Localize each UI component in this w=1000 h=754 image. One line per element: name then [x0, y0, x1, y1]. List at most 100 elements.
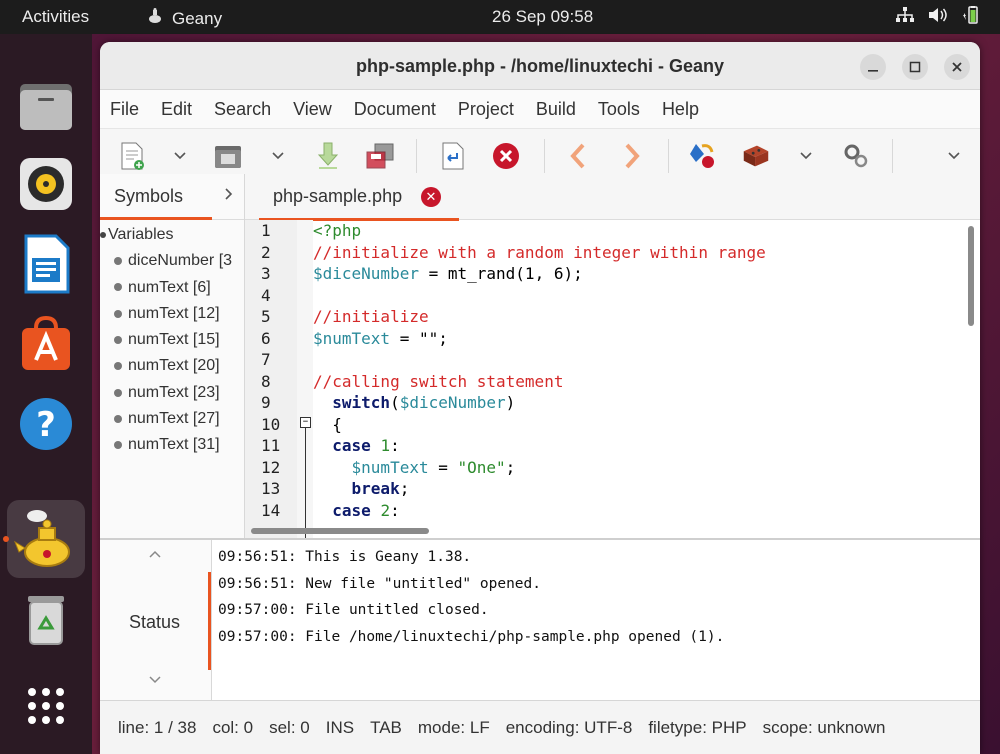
system-tray[interactable]: [896, 6, 982, 29]
compile-icon[interactable]: [686, 140, 718, 172]
menu-help[interactable]: Help: [662, 99, 699, 120]
forward-icon[interactable]: [616, 140, 648, 172]
clock[interactable]: 26 Sep 09:58: [492, 7, 593, 27]
symbol-label: numText [23]: [128, 383, 220, 401]
tree-node-variables[interactable]: Variables: [100, 222, 244, 248]
help-icon[interactable]: ?: [14, 392, 78, 456]
document-tab-label: php-sample.php: [273, 186, 403, 206]
symbol-label: numText [20]: [128, 357, 220, 375]
horizontal-scrollbar[interactable]: [251, 528, 429, 534]
files-icon[interactable]: [14, 74, 78, 138]
status-bar: line: 1 / 38 col: 0 sel: 0 INS TAB mode:…: [100, 700, 980, 754]
minimize-button[interactable]: [860, 54, 886, 80]
active-indicator: [3, 536, 9, 542]
code-token: = "";: [390, 328, 448, 348]
menu-edit[interactable]: Edit: [161, 99, 192, 120]
status-tab: TAB: [370, 717, 402, 737]
toolbar-separator: [416, 139, 417, 173]
variable-icon: [114, 441, 122, 450]
build-icon[interactable]: [740, 140, 772, 172]
close-window-button[interactable]: [944, 54, 970, 80]
new-file-icon[interactable]: [116, 140, 148, 172]
toolbar-separator: [892, 139, 893, 173]
log-row: 09:56:51: New file "untitled" opened.: [218, 575, 542, 592]
fold-toggle-icon[interactable]: −: [300, 417, 311, 428]
rhythmbox-icon[interactable]: [14, 152, 78, 216]
code-token: case: [332, 500, 371, 520]
open-file-dropdown[interactable]: [262, 140, 294, 172]
list-item[interactable]: numText [6]: [100, 275, 244, 301]
code-token: $diceNumber: [399, 393, 506, 412]
list-item[interactable]: numText [20]: [100, 353, 244, 379]
list-item[interactable]: diceNumber [3: [100, 248, 244, 274]
chevron-right-icon[interactable]: [224, 186, 234, 206]
menu-search[interactable]: Search: [214, 99, 271, 120]
back-icon[interactable]: [562, 140, 594, 172]
status-filetype: filetype: PHP: [648, 717, 747, 737]
line-number: 2: [261, 242, 271, 262]
variable-icon: [114, 309, 122, 318]
menu-file[interactable]: File: [110, 99, 139, 120]
volume-icon: [928, 7, 948, 28]
menu-build[interactable]: Build: [536, 99, 576, 120]
line-number: 12: [261, 457, 281, 477]
tree-node-label: Variables: [108, 226, 174, 243]
symbol-tree: Variables diceNumber [3 numText [6] numT…: [100, 220, 244, 459]
app-menu[interactable]: Geany: [146, 7, 222, 30]
activities-button[interactable]: Activities: [22, 7, 89, 27]
list-item[interactable]: numText [12]: [100, 301, 244, 327]
save-icon[interactable]: [312, 140, 344, 172]
toolbar-overflow-dropdown[interactable]: [938, 140, 970, 172]
line-number: 1: [261, 221, 271, 240]
list-item[interactable]: numText [23]: [100, 380, 244, 406]
menu-bar: File Edit Search View Document Project B…: [100, 90, 980, 128]
tab-status[interactable]: Status: [129, 612, 180, 633]
code-token: $numText: [313, 328, 391, 348]
show-apps-icon[interactable]: [14, 674, 78, 738]
writer-icon[interactable]: [14, 232, 78, 296]
chevron-down-icon[interactable]: [148, 672, 162, 690]
svg-text:?: ?: [36, 405, 56, 445]
close-file-icon[interactable]: [490, 140, 522, 172]
open-file-icon[interactable]: [212, 140, 244, 172]
app-center-icon[interactable]: [14, 312, 78, 376]
menu-document[interactable]: Document: [354, 99, 436, 120]
status-log: 09:56:51: This is Geany 1.38. 09:56:51: …: [218, 544, 724, 650]
code-line: break;: [351, 479, 410, 498]
menu-project[interactable]: Project: [458, 99, 514, 120]
symbol-label: numText [12]: [128, 304, 220, 322]
battery-icon: [962, 6, 982, 29]
code-line: $diceNumber = mt_rand(1, 6);: [313, 263, 963, 285]
top-bar: Activities Geany 26 Sep 09:58: [0, 0, 1000, 34]
code-editor[interactable]: 1 2 3 4 5 6 7 8 9 10 11 12 13 14 − <?php: [245, 220, 980, 538]
menu-view[interactable]: View: [293, 99, 332, 120]
maximize-button[interactable]: [902, 54, 928, 80]
vertical-scrollbar[interactable]: [968, 226, 974, 326]
list-item[interactable]: numText [31]: [100, 432, 244, 458]
code-line: case 1:: [332, 436, 400, 455]
tab-symbols[interactable]: Symbols: [100, 174, 244, 220]
trash-icon[interactable]: [14, 586, 78, 650]
build-dropdown[interactable]: [790, 140, 822, 172]
save-all-icon[interactable]: [364, 140, 396, 172]
line-number: 14: [261, 500, 281, 520]
variable-icon: [114, 362, 122, 371]
status-scope: scope: unknown: [762, 717, 886, 737]
chevron-up-icon[interactable]: [148, 546, 162, 564]
active-tab-indicator: [100, 217, 212, 220]
menu-tools[interactable]: Tools: [598, 99, 640, 120]
revert-icon[interactable]: [436, 140, 468, 172]
close-tab-icon[interactable]: ✕: [421, 187, 441, 207]
new-file-dropdown[interactable]: [164, 140, 196, 172]
geany-icon[interactable]: [7, 500, 85, 578]
code-text: <?php //initialize with a random integer…: [313, 220, 963, 538]
line-number-gutter: 1 2 3 4 5 6 7 8 9 10 11 12 13 14: [245, 220, 297, 538]
tab-php-sample[interactable]: php-sample.php ✕: [259, 174, 459, 221]
code-token: 1: [380, 436, 391, 455]
variable-icon: [114, 257, 122, 266]
list-item[interactable]: numText [27]: [100, 406, 244, 432]
title-bar[interactable]: php-sample.php - /home/linuxtechi - Gean…: [100, 42, 980, 90]
list-item[interactable]: numText [15]: [100, 327, 244, 353]
execute-icon[interactable]: [840, 140, 872, 172]
